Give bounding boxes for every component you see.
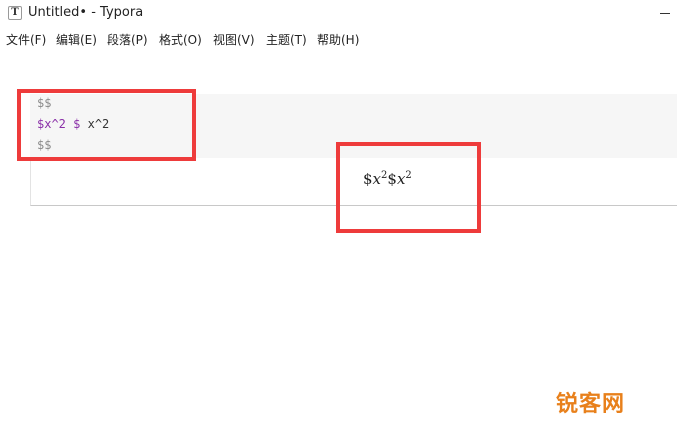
menu-file[interactable]: 文件(F) [6, 31, 46, 48]
watermark-logo: 锐客网 [556, 392, 626, 417]
menu-paragraph[interactable]: 段落(P) [107, 31, 148, 48]
preview-highlight-box [336, 142, 481, 233]
menu-edit[interactable]: 编辑(E) [56, 31, 97, 48]
menu-bar: 文件(F) 编辑(E) 段落(P) 格式(O) 视图(V) 主题(T) 帮助(H… [0, 28, 677, 50]
title-bar: T Untitled• - Typora [0, 0, 677, 26]
source-highlight-box [17, 89, 196, 161]
minimize-button[interactable] [652, 0, 677, 26]
menu-theme[interactable]: 主题(T) [266, 31, 307, 48]
menu-format[interactable]: 格式(O) [159, 31, 202, 48]
window-title: Untitled• - Typora [28, 5, 144, 20]
menu-help[interactable]: 帮助(H) [317, 31, 359, 48]
typora-app-icon: T [8, 6, 22, 20]
menu-view[interactable]: 视图(V) [213, 31, 255, 48]
